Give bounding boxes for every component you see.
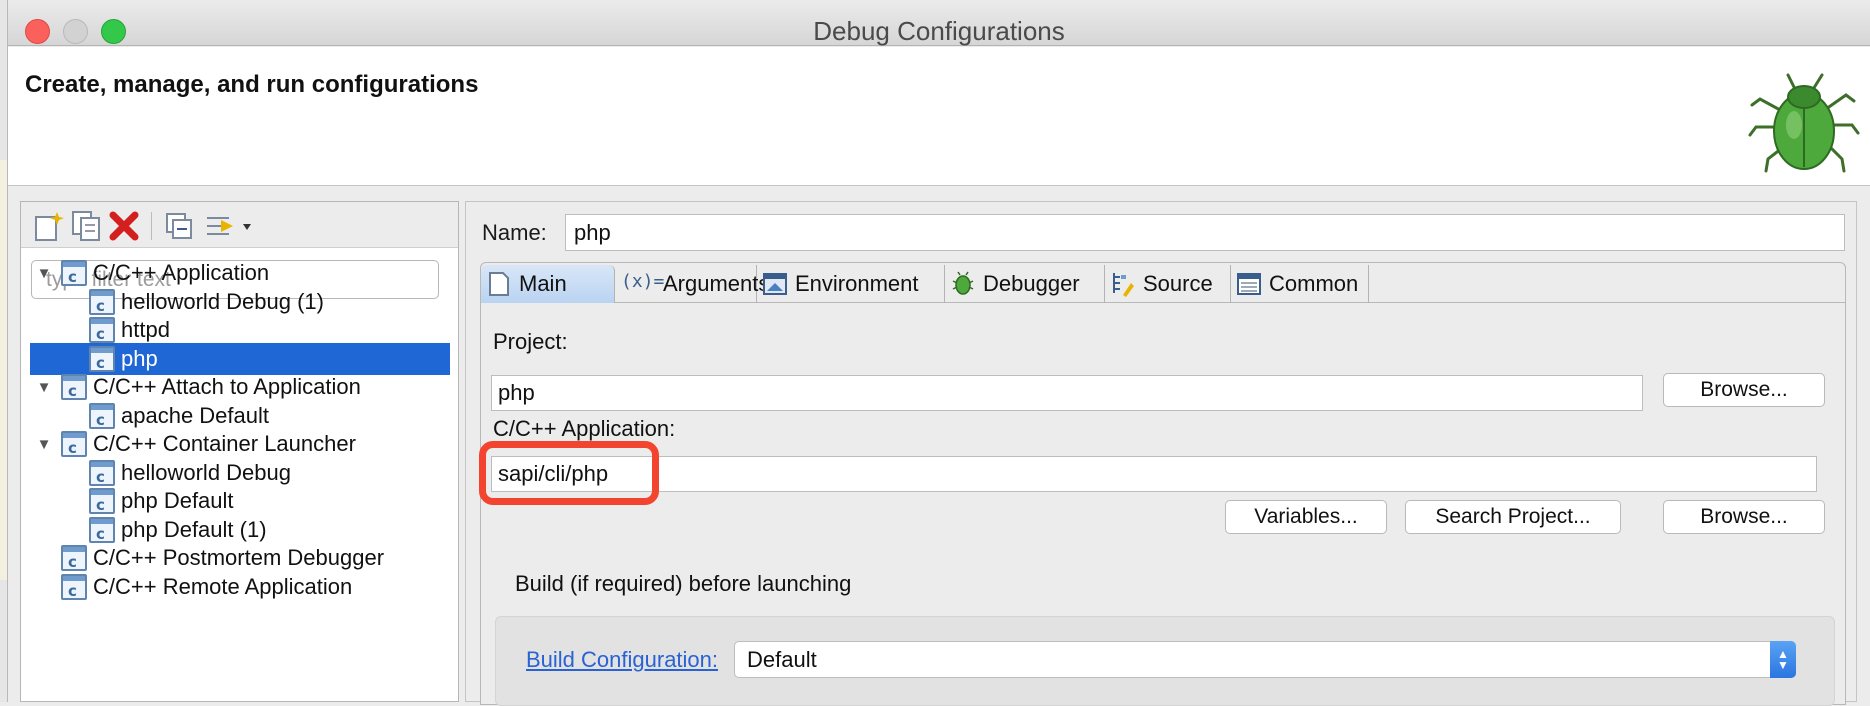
tree-item-label: httpd bbox=[121, 317, 170, 342]
tree-item-label: apache Default bbox=[121, 403, 269, 428]
configuration-toolbar bbox=[21, 202, 458, 248]
new-configuration-icon[interactable] bbox=[31, 210, 65, 242]
project-label: Project: bbox=[493, 329, 568, 354]
configuration-editor-pane: Name: Main (x)= Arguments Environment bbox=[465, 201, 1857, 706]
tab-label: Environment bbox=[795, 271, 919, 296]
tree-item-label: C/C++ Postmortem Debugger bbox=[93, 545, 385, 570]
tree-item-label: C/C++ Remote Application bbox=[93, 574, 353, 599]
dialog-header: Create, manage, and run configurations bbox=[8, 47, 1870, 186]
c-config-icon: c bbox=[89, 346, 115, 372]
tab-common[interactable]: Common bbox=[1231, 265, 1369, 303]
tab-arguments[interactable]: (x)= Arguments bbox=[615, 265, 769, 303]
configuration-list-pane: ▼cC/C++ Applicationchelloworld Debug (1)… bbox=[20, 201, 459, 702]
tree-item-label: php bbox=[121, 346, 158, 371]
c-config-icon: c bbox=[61, 545, 87, 571]
c-config-icon: c bbox=[89, 517, 115, 543]
window-title: Debug Configurations bbox=[813, 16, 1065, 46]
select-arrows-icon: ▲ ▼ bbox=[1770, 641, 1796, 678]
expanded-arrow-icon[interactable]: ▼ bbox=[35, 436, 53, 453]
build-group-label: Build (if required) before launching bbox=[515, 571, 852, 596]
tree-category[interactable]: ▼ c C/C++ Application bbox=[21, 257, 458, 289]
build-configuration-select[interactable]: Default ▲ ▼ bbox=[734, 641, 1796, 678]
source-icon bbox=[1113, 273, 1134, 297]
build-configuration-value: Default bbox=[747, 646, 817, 672]
tab-label: Main bbox=[519, 271, 567, 296]
highlight-annotation bbox=[479, 441, 659, 505]
configuration-tabs: Main (x)= Arguments Environment Debugger… bbox=[479, 262, 1846, 706]
arguments-icon: (x)= bbox=[621, 271, 665, 292]
c-config-icon: c bbox=[61, 374, 87, 400]
project-field[interactable]: php bbox=[491, 375, 1643, 411]
expanded-arrow-icon[interactable]: ▼ bbox=[35, 265, 53, 282]
duplicate-icon[interactable] bbox=[69, 210, 103, 242]
browse-application-button[interactable]: Browse... bbox=[1663, 500, 1825, 534]
collapse-all-icon[interactable] bbox=[163, 210, 197, 242]
environment-icon bbox=[763, 273, 787, 295]
tab-label: Arguments bbox=[663, 271, 770, 296]
application-field[interactable]: sapi/cli/php bbox=[491, 456, 1817, 492]
application-label: C/C++ Application: bbox=[493, 416, 676, 441]
tree-category[interactable]: c C/C++ Postmortem Debugger bbox=[21, 542, 458, 574]
c-config-icon: c bbox=[61, 260, 87, 286]
c-config-icon: c bbox=[61, 574, 87, 600]
tree-item-label: php Default (1) bbox=[121, 517, 267, 542]
tree-item-label: helloworld Debug (1) bbox=[121, 289, 324, 314]
main-tab-icon bbox=[489, 272, 509, 296]
name-field[interactable] bbox=[565, 214, 1845, 251]
c-config-icon: c bbox=[89, 403, 115, 429]
debug-configurations-window: Debug Configurations Create, manage, and… bbox=[7, 0, 1870, 706]
c-config-icon: c bbox=[89, 460, 115, 486]
common-icon bbox=[1237, 273, 1261, 295]
tab-label: Debugger bbox=[983, 271, 1080, 296]
tab-label: Common bbox=[1269, 271, 1359, 296]
filter-icon[interactable] bbox=[203, 210, 255, 242]
tree-item-label: C/C++ Container Launcher bbox=[93, 431, 356, 456]
tab-label: Source bbox=[1143, 271, 1213, 296]
tab-debugger[interactable]: Debugger bbox=[945, 265, 1105, 303]
c-config-icon: c bbox=[61, 431, 87, 457]
expanded-arrow-icon[interactable]: ▼ bbox=[35, 379, 53, 396]
name-label: Name: bbox=[482, 220, 547, 245]
delete-icon[interactable] bbox=[107, 210, 141, 242]
browse-project-button[interactable]: Browse... bbox=[1663, 373, 1825, 407]
tab-source[interactable]: Source bbox=[1105, 265, 1231, 303]
c-config-icon: c bbox=[89, 317, 115, 343]
build-configuration-link[interactable]: Build Configuration: bbox=[526, 647, 718, 673]
variables-button[interactable]: Variables... bbox=[1225, 500, 1387, 534]
tree-category[interactable]: ▼ c C/C++ Container Launcher bbox=[21, 428, 458, 460]
tab-bar: Main (x)= Arguments Environment Debugger… bbox=[481, 263, 1845, 303]
title-bar[interactable]: Debug Configurations bbox=[8, 0, 1870, 46]
tree-category[interactable]: c C/C++ Remote Application bbox=[21, 571, 458, 603]
build-group: Build Configuration: Default ▲ ▼ bbox=[495, 616, 1835, 706]
tree-item[interactable]: c httpd bbox=[21, 314, 458, 346]
tree-item-label: helloworld Debug bbox=[121, 460, 291, 485]
tree-item[interactable]: c php Default bbox=[21, 485, 458, 517]
tab-main[interactable]: Main bbox=[481, 265, 615, 303]
tab-environment[interactable]: Environment bbox=[757, 265, 945, 303]
search-project-button[interactable]: Search Project... bbox=[1405, 500, 1621, 534]
c-config-icon: c bbox=[89, 488, 115, 514]
c-config-icon: c bbox=[89, 289, 115, 315]
tree-item-label: C/C++ Application bbox=[93, 260, 270, 285]
toolbar-separator bbox=[151, 212, 152, 240]
debug-bug-icon bbox=[1748, 73, 1860, 173]
tree-item-label: C/C++ Attach to Application bbox=[93, 374, 361, 399]
header-title: Create, manage, and run configurations bbox=[25, 71, 479, 98]
tree-category[interactable]: ▼ c C/C++ Attach to Application bbox=[21, 371, 458, 403]
debugger-bug-icon bbox=[952, 271, 974, 295]
tree-item-label: php Default bbox=[121, 488, 234, 513]
